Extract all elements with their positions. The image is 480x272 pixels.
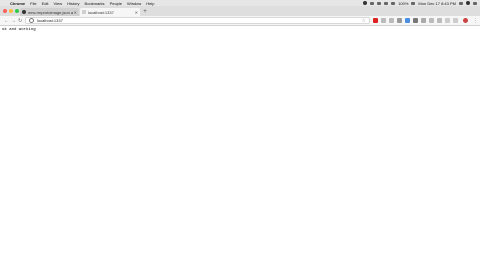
volume-icon[interactable]	[391, 1, 396, 5]
extension-icon-4[interactable]	[397, 18, 402, 23]
wifi-icon[interactable]	[384, 1, 389, 5]
tab-title: localhost:1337	[88, 9, 114, 15]
close-tab-icon[interactable]: ✕	[135, 10, 138, 15]
new-tab-button[interactable]: +	[142, 9, 148, 15]
extension-icon-9[interactable]	[437, 18, 442, 23]
github-icon	[22, 10, 26, 14]
tab-strip: new-rmprotoimage.json at m… ✕ localhost:…	[0, 6, 480, 16]
screen-icon[interactable]	[370, 1, 375, 5]
minimize-window-button[interactable]	[9, 9, 13, 13]
page-content: ok and working	[0, 26, 480, 272]
url-text[interactable]: localhost:1337	[37, 18, 63, 23]
spotlight-icon[interactable]	[459, 1, 463, 5]
extension-icon-7[interactable]	[421, 18, 426, 23]
menu-bookmarks[interactable]: Bookmarks	[85, 1, 105, 6]
tab-title: new-rmprotoimage.json at m…	[28, 9, 73, 15]
status-app-icon[interactable]	[363, 1, 368, 5]
profile-avatar[interactable]	[463, 18, 468, 23]
tab-localhost[interactable]: localhost:1337 ✕	[80, 8, 140, 16]
notification-center-icon[interactable]	[473, 1, 477, 5]
window-controls	[3, 9, 19, 13]
chrome-menu-icon[interactable]: ⋮	[473, 18, 478, 24]
extension-icon-8[interactable]	[429, 18, 434, 23]
menu-edit[interactable]: Edit	[42, 1, 49, 6]
menu-people[interactable]: People	[110, 1, 122, 6]
menu-file[interactable]: File	[30, 1, 36, 6]
menu-app-name[interactable]: Chrome	[10, 1, 25, 6]
menu-view[interactable]: View	[53, 1, 62, 6]
extension-icon-5[interactable]	[405, 18, 410, 23]
menu-history[interactable]: History	[67, 1, 79, 6]
battery-percent: 100%	[398, 0, 409, 6]
close-window-button[interactable]	[3, 9, 7, 13]
extension-icon-6[interactable]	[413, 18, 418, 23]
bookmark-star-icon[interactable]: ☆	[362, 18, 366, 24]
reload-button[interactable]: ↻	[18, 18, 22, 24]
extension-icon-11[interactable]	[453, 18, 458, 23]
extension-icon-2[interactable]	[381, 18, 386, 23]
user-avatar-icon[interactable]	[466, 1, 470, 5]
browser-toolbar: ← → ↻ localhost:1337 ☆ ⋮	[0, 16, 480, 26]
battery-icon[interactable]	[411, 1, 416, 5]
forward-button[interactable]: →	[11, 18, 16, 24]
page-icon	[82, 10, 86, 14]
menu-help[interactable]: Help	[146, 1, 154, 6]
info-icon[interactable]	[29, 18, 34, 23]
maximize-window-button[interactable]	[15, 9, 19, 13]
extension-icon-3[interactable]	[389, 18, 394, 23]
airplay-icon[interactable]	[377, 1, 382, 5]
page-text: ok and working	[2, 28, 36, 32]
close-tab-icon[interactable]: ✕	[74, 10, 77, 15]
clock[interactable]: Mon Dec 17 8:43 PM	[418, 1, 456, 6]
extension-icon-10[interactable]	[445, 18, 450, 23]
extension-icon-1[interactable]	[373, 18, 378, 23]
address-bar[interactable]: localhost:1337 ☆	[25, 17, 370, 24]
back-button[interactable]: ←	[4, 18, 9, 24]
tab-github[interactable]: new-rmprotoimage.json at m… ✕	[20, 8, 79, 16]
menu-window[interactable]: Window	[127, 1, 141, 6]
